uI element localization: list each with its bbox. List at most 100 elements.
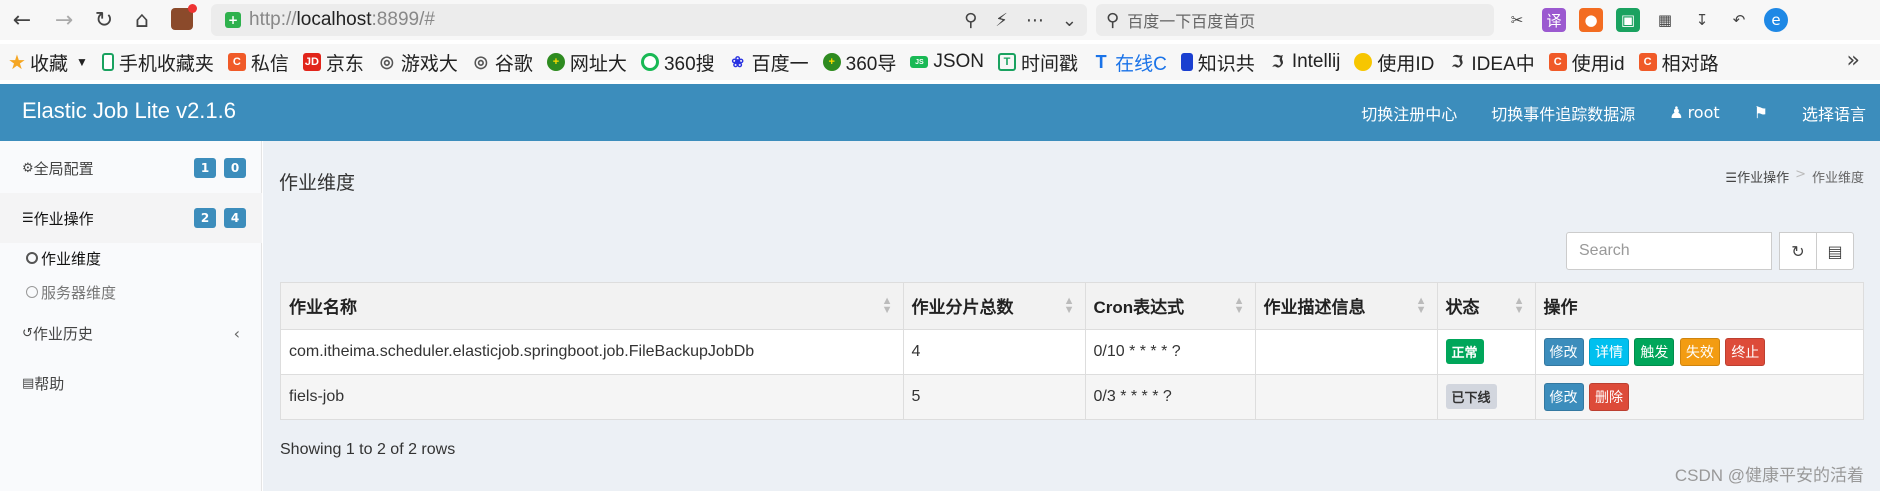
table-search-input[interactable]: Search (1566, 232, 1772, 270)
bookmark-item[interactable]: JD 京东 (302, 48, 364, 76)
sidebar-item-label: 帮助 (34, 374, 65, 393)
lightning-icon[interactable]: ⚡ (995, 10, 1008, 31)
caret-down-icon: ▼ (75, 55, 88, 69)
sidebar-item-global-config[interactable]: ⚙ 全局配置 1 0 (0, 143, 262, 193)
column-header-shards[interactable]: 作业分片总数 ▲ ▼ (903, 283, 1086, 330)
forward-icon[interactable]: → (46, 2, 82, 38)
reload-icon[interactable]: ↻ (86, 2, 122, 38)
breadcrumb-current: 作业维度 (1811, 171, 1864, 186)
bookmark-item[interactable]: ℑ IDEA中 (1448, 48, 1535, 76)
bookmark-item[interactable]: ◎ 谷歌 (472, 48, 533, 76)
bookmark-label: 游戏大 (400, 53, 458, 75)
bookmark-item[interactable]: T 在线C (1092, 48, 1167, 76)
cell-description (1255, 374, 1438, 420)
url-host: localhost (296, 9, 372, 30)
apps-grid-icon[interactable]: ▦ (1653, 8, 1677, 32)
bookmarks-overflow-icon[interactable]: » (1847, 48, 1860, 73)
trigger-button[interactable]: 触发 (1634, 337, 1675, 366)
flag-icon[interactable]: ⚑ (1754, 103, 1768, 122)
url-text[interactable]: http://localhost:8899/# (249, 9, 435, 31)
timestamp-icon: T (998, 53, 1017, 71)
cell-cron: 0/3 * * * * ? (1085, 374, 1256, 420)
game-icon[interactable]: ● (1579, 8, 1603, 32)
table-row: com.itheima.scheduler.elasticjob.springb… (281, 329, 1863, 375)
home-icon[interactable]: ⌂ (124, 2, 160, 38)
bookmark-label: 京东 (325, 53, 364, 75)
extension-briefcase-icon[interactable] (171, 4, 197, 30)
browser-search-bar[interactable]: ⚲ 百度一下百度首页 (1096, 4, 1494, 36)
user-menu[interactable]: ♟ root (1669, 103, 1719, 122)
address-bar[interactable]: + http://localhost:8899/# ⚲ ⚡ ⋯ ⌄ (211, 4, 1087, 36)
main-content: 作业维度 ☰作业操作 > 作业维度 Search ↻ ▤ 作业名称 ▲ ▼ 作业分片… (263, 141, 1880, 491)
phone-icon (101, 53, 114, 71)
bookmark-item[interactable]: C 相对路 (1638, 48, 1719, 76)
columns-toggle-button[interactable]: ▤ (1816, 232, 1854, 270)
breadcrumb-parent[interactable]: ☰作业操作 (1725, 167, 1789, 186)
bookmark-item[interactable]: 知识共 (1180, 48, 1255, 76)
sidebar-item-label: 作业维度 (41, 249, 102, 268)
bookmark-item[interactable]: C 使用id (1548, 48, 1625, 76)
badge: 0 (224, 158, 246, 178)
baidu-paw-icon: ❀ (731, 54, 744, 71)
sidebar-subitem-job-dimension[interactable]: 作业维度 (0, 241, 262, 275)
column-header-cron[interactable]: Cron表达式 ▲ ▼ (1085, 283, 1256, 330)
bookmark-label: 手机收藏夹 (118, 53, 214, 75)
status-badge: 正常 (1445, 339, 1484, 364)
bookmark-item[interactable]: 360搜 (640, 48, 715, 76)
sidebar-item-job-history[interactable]: ↺ 作业历史 ‹ (0, 308, 262, 358)
select-language-link[interactable]: 选择语言 (1802, 101, 1866, 125)
chevron-down-icon[interactable]: ⌄ (1062, 10, 1077, 31)
browser-toolbar: ← → ↻ ⌂ + http://localhost:8899/# ⚲ ⚡ ⋯ … (0, 0, 1880, 40)
bookmark-item[interactable]: + 网址大 (546, 48, 627, 76)
refresh-button[interactable]: ↻ (1779, 232, 1817, 270)
detail-button[interactable]: 详情 (1588, 337, 1629, 366)
pagination-info: Showing 1 to 2 of 2 rows (280, 441, 456, 458)
bookmark-item[interactable]: +360导 (822, 48, 896, 76)
bookmark-label: IDEA中 (1471, 53, 1535, 75)
column-header-job-name[interactable]: 作业名称 ▲ ▼ (281, 283, 904, 330)
sidebar-item-job-ops[interactable]: ☰ 作业操作 2 4 (0, 193, 262, 243)
download-icon[interactable]: ↧ (1690, 8, 1714, 32)
browser-logo-icon[interactable]: e (1764, 8, 1788, 32)
column-header-description[interactable]: 作业描述信息 ▲ ▼ (1255, 283, 1438, 330)
bookmark-label: 收藏 (29, 53, 68, 75)
csdn-icon: C (227, 53, 246, 71)
zoom-icon[interactable]: ⚲ (964, 10, 977, 31)
bookmark-item[interactable]: ❀ 百度一 (729, 48, 808, 76)
bookmark-favorites[interactable]: ★ 收藏 ▼ (8, 48, 88, 76)
circle-icon (26, 286, 38, 298)
sort-icon: ▲ ▼ (1415, 295, 1427, 316)
undo-icon[interactable]: ↶ (1727, 8, 1751, 32)
bookmark-item[interactable]: T 时间戳 (998, 48, 1078, 76)
gears-icon: ⚙ (22, 160, 34, 176)
bookmark-item[interactable]: 使用ID (1354, 48, 1434, 76)
bookmark-item[interactable]: ◎ 游戏大 (378, 48, 458, 76)
header-label: 状态 (1445, 298, 1480, 318)
scissors-icon[interactable]: ✂ (1505, 8, 1529, 32)
switch-registry-link[interactable]: 切换注册中心 (1361, 101, 1457, 125)
column-header-status[interactable]: 状态 ▲ ▼ (1437, 283, 1536, 330)
bookmark-item[interactable]: ℑ Intellij (1269, 48, 1340, 76)
book-icon[interactable]: ▣ (1616, 8, 1640, 32)
bookmark-item[interactable]: JS JSON (910, 48, 984, 76)
more-dots-icon[interactable]: ⋯ (1026, 10, 1044, 31)
disable-button[interactable]: 失效 (1679, 337, 1720, 366)
sort-icon: ▲ ▼ (1063, 295, 1075, 316)
shutdown-button[interactable]: 终止 (1725, 337, 1766, 366)
edit-button[interactable]: 修改 (1543, 337, 1584, 366)
badge: 2 (194, 208, 216, 228)
app-title[interactable]: Elastic Job Lite v2.1.6 (22, 98, 236, 124)
breadcrumb: ☰作业操作 > 作业维度 (1725, 167, 1864, 186)
app-header: Elastic Job Lite v2.1.6 切换注册中心 切换事件追踪数据源… (0, 84, 1880, 141)
navigation-icon: + (546, 53, 565, 71)
translate-icon[interactable]: 译 (1542, 8, 1566, 32)
switch-datasource-link[interactable]: 切换事件追踪数据源 (1491, 101, 1635, 125)
sidebar-item-help[interactable]: ▤ 帮助 (0, 358, 262, 408)
back-icon[interactable]: ← (4, 2, 40, 38)
globe-icon: ◎ (473, 54, 488, 71)
sidebar-subitem-server-dimension[interactable]: 服务器维度 (0, 275, 262, 309)
bookmark-item[interactable]: 手机收藏夹 (101, 48, 214, 76)
bookmark-item[interactable]: C 私信 (227, 48, 289, 76)
edit-button[interactable]: 修改 (1543, 382, 1584, 411)
delete-button[interactable]: 删除 (1588, 382, 1629, 411)
